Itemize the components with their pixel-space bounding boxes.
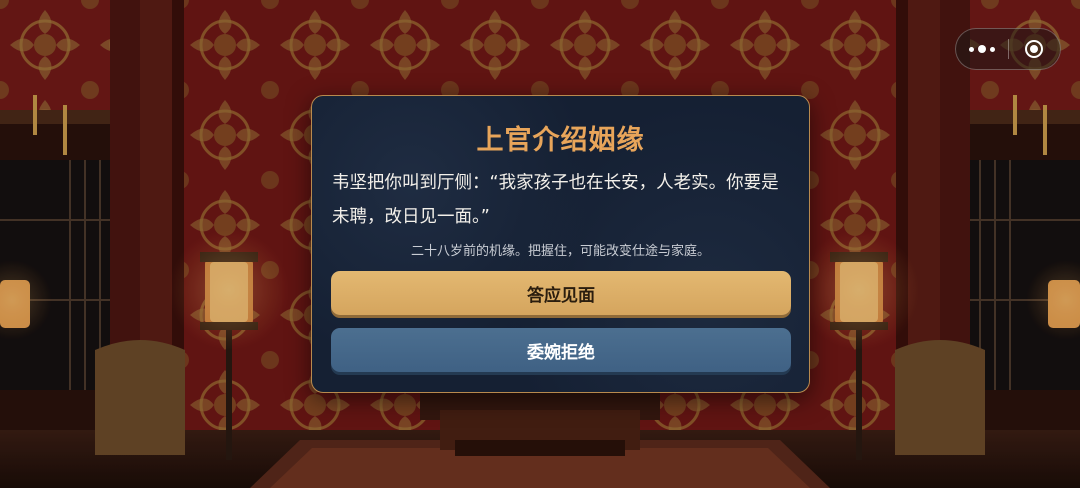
- more-dots-icon-right: [989, 46, 995, 52]
- target-close-icon: [1025, 40, 1044, 58]
- more-button[interactable]: [956, 29, 1008, 69]
- dialog-hint-text: 二十八岁前的机缘。把握住，可能改变仕途与家庭。: [410, 244, 710, 259]
- dialog-body-text: 韦坚把你叫到厅侧：“我家孩子也在长安，人老实。你要是未聘，改日见一面。”: [332, 173, 779, 227]
- more-dots-icon: [968, 46, 974, 52]
- decline-button[interactable]: 委婉拒绝: [331, 328, 791, 372]
- more-dots-icon-center: [977, 45, 986, 53]
- event-dialog: 上官介绍姻缘 韦坚把你叫到厅侧：“我家孩子也在长安，人老实。你要是未聘，改日见一…: [311, 95, 810, 393]
- dialog-title: 上官介绍姻缘: [476, 125, 645, 156]
- capsule-menu: [955, 28, 1061, 70]
- accept-meeting-button[interactable]: 答应见面: [331, 271, 791, 315]
- close-miniprogram-button[interactable]: [1008, 29, 1060, 69]
